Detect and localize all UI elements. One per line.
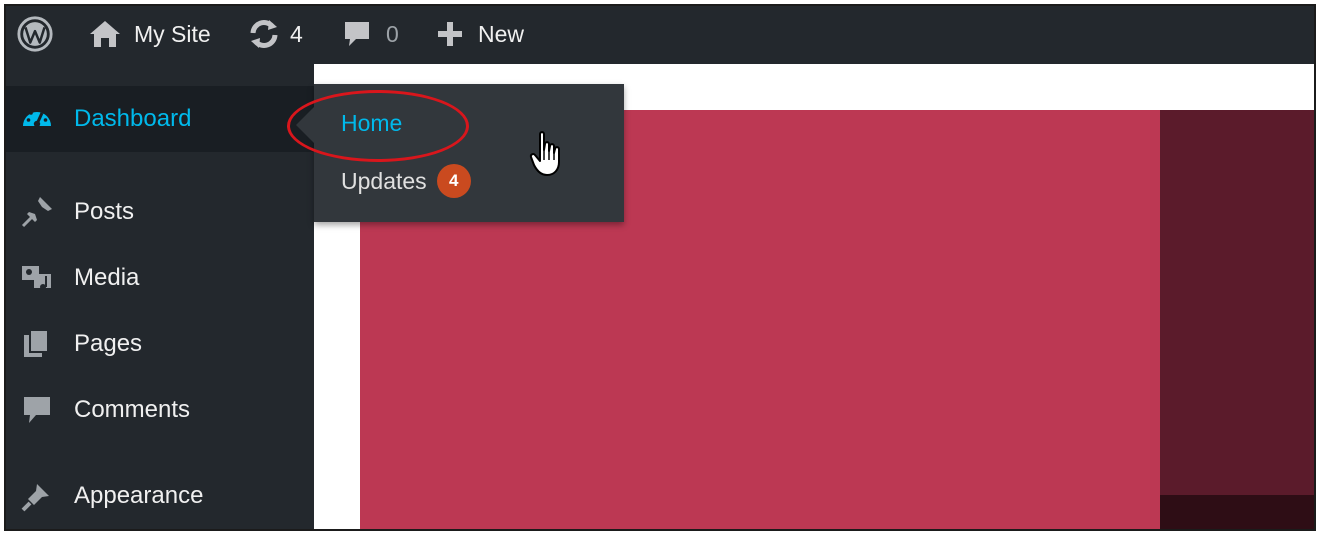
dashboard-icon — [20, 102, 54, 136]
new-label: New — [478, 20, 525, 47]
sidebar-item-comments[interactable]: Comments — [4, 380, 314, 440]
sidebar-item-label: Comments — [74, 396, 191, 423]
banner-side-panel — [1160, 110, 1316, 495]
comments-menu[interactable]: 0 — [342, 4, 399, 64]
pages-icon — [20, 327, 54, 361]
comment-icon — [342, 19, 372, 49]
sidebar-item-label: Media — [74, 264, 140, 291]
sidebar-item-appearance[interactable]: Appearance — [4, 466, 314, 526]
updates-count: 4 — [290, 20, 303, 47]
sidebar-item-label: Dashboard — [74, 105, 192, 132]
plus-icon — [436, 20, 464, 48]
admin-bar: My Site 4 0 New — [4, 4, 1316, 64]
site-name: My Site — [134, 20, 211, 47]
comments-count: 0 — [386, 20, 399, 47]
submenu-updates-label: Updates — [341, 167, 427, 194]
wp-admin-screen: My Site 4 0 New Dashboard Posts Media Pa… — [4, 4, 1316, 531]
submenu-home-label: Home — [341, 110, 403, 136]
admin-sidebar: Dashboard Posts Media Pages Comments App… — [4, 64, 314, 531]
sidebar-item-posts[interactable]: Posts — [4, 182, 314, 242]
submenu-home[interactable]: Home — [341, 110, 402, 137]
dashboard-submenu: Home Updates 4 — [314, 84, 624, 222]
refresh-icon — [248, 18, 280, 50]
sidebar-item-media[interactable]: Media — [4, 248, 314, 308]
paintbrush-icon — [20, 479, 54, 513]
banner-side-footer — [1160, 495, 1316, 531]
media-icon — [20, 261, 54, 295]
sidebar-item-label: Posts — [74, 198, 135, 225]
submenu-updates[interactable]: Updates 4 — [341, 164, 471, 198]
new-content-menu[interactable]: New — [436, 4, 524, 64]
sidebar-item-label: Appearance — [74, 482, 204, 509]
pushpin-icon — [20, 195, 54, 229]
home-icon — [88, 19, 122, 49]
wordpress-logo-icon[interactable] — [16, 4, 54, 64]
flyout-arrow — [296, 107, 314, 143]
sidebar-item-label: Pages — [74, 330, 143, 357]
sidebar-item-dashboard[interactable]: Dashboard — [4, 86, 314, 152]
updates-badge: 4 — [436, 164, 471, 198]
site-menu[interactable]: My Site — [88, 4, 211, 64]
hand-cursor-icon — [529, 130, 563, 183]
sidebar-item-pages[interactable]: Pages — [4, 314, 314, 374]
comment-icon — [20, 393, 54, 427]
updates-menu[interactable]: 4 — [248, 4, 303, 64]
